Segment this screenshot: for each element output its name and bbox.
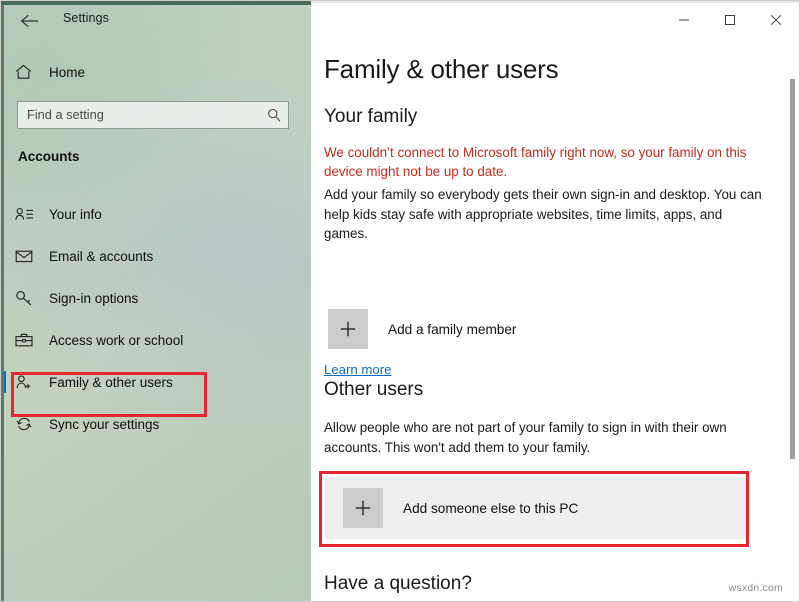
- sidebar-item-label: Your info: [49, 206, 102, 222]
- app-title: Settings: [63, 11, 109, 25]
- window-left-edge: [1, 5, 4, 601]
- add-family-member-button[interactable]: Add a family member: [324, 307, 754, 351]
- family-connection-warning: We couldn’t connect to Microsoft family …: [324, 145, 747, 179]
- back-arrow-icon[interactable]: [15, 7, 45, 35]
- add-someone-else-label: Add someone else to this PC: [403, 500, 579, 516]
- add-user-icon: [15, 374, 49, 390]
- settings-window: Settings Home Find a setting Accounts Yo…: [0, 0, 800, 602]
- briefcase-icon: [15, 332, 49, 348]
- envelope-icon: [15, 248, 49, 264]
- sidebar-item-label: Email & accounts: [49, 248, 154, 264]
- window-controls: [661, 1, 799, 39]
- close-button[interactable]: [753, 1, 799, 39]
- other-users-description: Allow people who are not part of your fa…: [324, 420, 727, 455]
- maximize-button[interactable]: [707, 1, 753, 39]
- sidebar-item-access-work-school[interactable]: Access work or school: [1, 319, 311, 361]
- search-input[interactable]: Find a setting: [17, 101, 289, 129]
- add-someone-else-button[interactable]: Add someone else to this PC: [325, 477, 749, 539]
- minimize-button[interactable]: [661, 1, 707, 39]
- title-bar: Settings: [1, 1, 799, 39]
- sync-icon: [15, 416, 49, 432]
- home-icon: [15, 64, 49, 80]
- user-info-icon: [15, 206, 49, 222]
- learn-more-link[interactable]: Learn more: [324, 362, 391, 377]
- sidebar-item-sync-your-settings[interactable]: Sync your settings: [1, 403, 311, 445]
- sidebar-item-label: Sign-in options: [49, 290, 139, 306]
- search-icon[interactable]: [260, 108, 288, 122]
- family-description: Add your family so everybody gets their …: [324, 187, 762, 241]
- sidebar-item-home[interactable]: Home: [1, 57, 311, 87]
- section-heading-have-a-question: Have a question?: [324, 573, 472, 594]
- plus-icon: [328, 309, 368, 349]
- sidebar-category-heading: Accounts: [18, 149, 80, 164]
- watermark: wsxdn.com: [728, 582, 783, 594]
- section-heading-other-users: Other users: [324, 379, 424, 400]
- sidebar-item-label: Family & other users: [49, 374, 173, 390]
- sidebar-item-email-accounts[interactable]: Email & accounts: [1, 235, 311, 277]
- search-placeholder: Find a setting: [27, 106, 104, 122]
- page-title: Family & other users: [324, 54, 559, 84]
- sidebar-nav-list: Your info Email & accounts Sign-in optio…: [1, 193, 311, 445]
- sidebar-item-sign-in-options[interactable]: Sign-in options: [1, 277, 311, 319]
- section-heading-your-family: Your family: [324, 106, 418, 127]
- sidebar-item-family-other-users[interactable]: Family & other users: [1, 361, 311, 403]
- plus-icon: [343, 488, 383, 528]
- sidebar-item-label: Sync your settings: [49, 416, 160, 432]
- sidebar-item-your-info[interactable]: Your info: [1, 193, 311, 235]
- vertical-scrollbar-thumb[interactable]: [790, 79, 795, 459]
- key-icon: [15, 290, 49, 306]
- sidebar-item-label-home: Home: [49, 64, 86, 80]
- sidebar-item-label: Access work or school: [49, 332, 184, 348]
- add-family-member-label: Add a family member: [388, 321, 517, 337]
- main-content: Family & other users Your family We coul…: [313, 39, 799, 601]
